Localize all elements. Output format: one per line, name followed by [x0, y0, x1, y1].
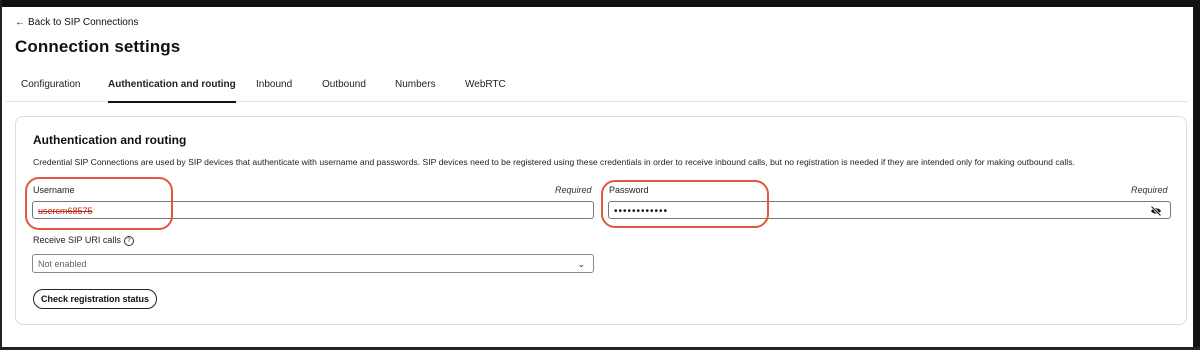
- username-field[interactable]: usercm68575: [32, 201, 594, 219]
- back-link-label: Back to SIP Connections: [28, 17, 139, 28]
- tab-numbers[interactable]: Numbers: [395, 79, 436, 101]
- question-circle-icon[interactable]: ?: [123, 236, 134, 246]
- password-label: Password: [609, 185, 649, 195]
- section-title: Authentication and routing: [33, 133, 187, 147]
- tab-bar: Configuration Authentication and routing…: [6, 73, 1188, 103]
- tab-outbound[interactable]: Outbound: [322, 79, 366, 101]
- chevron-down-icon: ⌄: [577, 259, 585, 269]
- sip-uri-label-text: Receive SIP URI calls: [33, 235, 121, 245]
- arrow-left-icon: ←: [15, 17, 25, 28]
- auth-routing-card: Authentication and routing Credential SI…: [15, 116, 1187, 325]
- tab-configuration[interactable]: Configuration: [21, 79, 80, 101]
- eye-off-icon[interactable]: [1150, 205, 1162, 217]
- tab-authentication-and-routing[interactable]: Authentication and routing: [108, 79, 236, 103]
- sip-uri-selected-value: Not enabled: [38, 259, 87, 269]
- window-frame-top: [0, 0, 1200, 7]
- back-link[interactable]: ← Back to SIP Connections: [15, 17, 138, 28]
- password-field[interactable]: ••••••••••••: [608, 201, 1171, 219]
- sip-uri-select[interactable]: Not enabled ⌄: [32, 254, 594, 273]
- tab-inbound[interactable]: Inbound: [256, 79, 292, 101]
- tab-webrtc[interactable]: WebRTC: [465, 79, 506, 101]
- username-value: usercm68575: [38, 206, 93, 216]
- password-value: ••••••••••••: [614, 206, 669, 217]
- password-required: Required: [1131, 185, 1168, 195]
- username-required: Required: [555, 185, 592, 195]
- window-frame-right: [1193, 0, 1200, 350]
- window-frame-left: [0, 0, 2, 350]
- section-description: Credential SIP Connections are used by S…: [33, 157, 1075, 167]
- sip-uri-label: Receive SIP URI calls?: [33, 235, 134, 246]
- check-registration-status-button[interactable]: Check registration status: [33, 289, 158, 309]
- page-title: Connection settings: [15, 37, 181, 56]
- username-label: Username: [33, 185, 75, 195]
